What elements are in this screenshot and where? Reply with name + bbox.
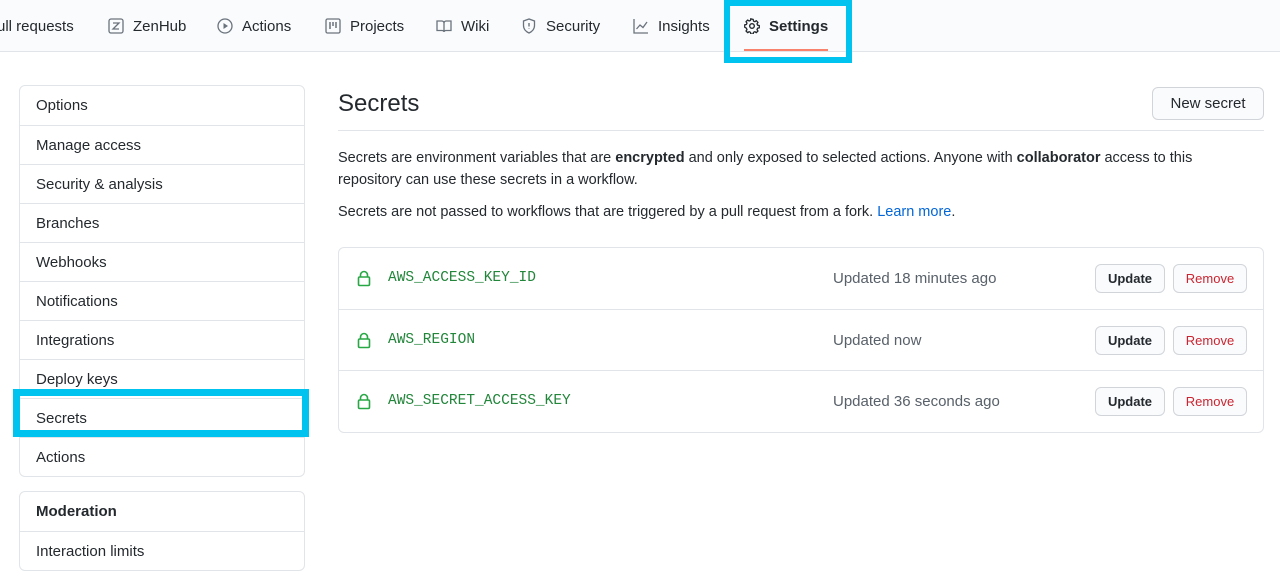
fork-note: Secrets are not passed to workflows that… bbox=[338, 201, 1258, 223]
sidebar-item-security-analysis[interactable]: Security & analysis bbox=[20, 164, 304, 203]
sidebar-item-branches[interactable]: Branches bbox=[20, 203, 304, 242]
intro-bold-encrypted: encrypted bbox=[615, 150, 685, 166]
tab-label: Insights bbox=[658, 17, 710, 35]
remove-secret-button[interactable]: Remove bbox=[1173, 387, 1247, 416]
secret-row: AWS_REGION Updated now Update Remove bbox=[339, 309, 1263, 370]
sidebar-item-actions[interactable]: Actions bbox=[20, 437, 304, 476]
learn-more-link[interactable]: Learn more bbox=[877, 204, 951, 220]
tab-projects[interactable]: Projects bbox=[325, 0, 404, 52]
update-secret-button[interactable]: Update bbox=[1095, 264, 1165, 293]
lock-icon bbox=[357, 332, 371, 349]
shield-icon bbox=[521, 18, 537, 34]
sidebar-item-interaction-limits[interactable]: Interaction limits bbox=[20, 531, 304, 570]
tab-pull-requests[interactable]: ull requests bbox=[0, 0, 74, 52]
secret-row: AWS_SECRET_ACCESS_KEY Updated 36 seconds… bbox=[339, 370, 1263, 431]
settings-tab-highlight bbox=[724, 0, 852, 63]
book-icon bbox=[436, 18, 452, 34]
play-icon bbox=[217, 18, 233, 34]
update-secret-button[interactable]: Update bbox=[1095, 387, 1165, 416]
tab-wiki[interactable]: Wiki bbox=[436, 0, 489, 52]
secret-name: AWS_SECRET_ACCESS_KEY bbox=[388, 393, 571, 409]
tab-label: Wiki bbox=[461, 17, 490, 35]
remove-secret-button[interactable]: Remove bbox=[1173, 264, 1247, 293]
intro-bold-collaborator: collaborator bbox=[1016, 150, 1101, 166]
zenhub-icon bbox=[108, 18, 124, 34]
lock-icon bbox=[357, 270, 371, 287]
sidebar-item-manage-access[interactable]: Manage access bbox=[20, 125, 304, 164]
tab-security[interactable]: Security bbox=[521, 0, 600, 52]
fork-note-text: Secrets are not passed to workflows that… bbox=[338, 204, 878, 220]
tab-zenhub[interactable]: ZenHub bbox=[108, 0, 186, 52]
tab-label: Projects bbox=[350, 17, 405, 35]
title-divider bbox=[338, 130, 1264, 131]
graph-icon bbox=[633, 18, 649, 34]
fork-note-period: . bbox=[951, 204, 956, 220]
tab-label: ZenHub bbox=[133, 17, 187, 35]
secrets-item-highlight bbox=[13, 389, 309, 437]
secret-name: AWS_REGION bbox=[388, 332, 476, 348]
lock-icon bbox=[357, 393, 371, 410]
remove-secret-button[interactable]: Remove bbox=[1173, 326, 1247, 355]
moderation-menu: Moderation Interaction limits bbox=[19, 491, 305, 571]
tab-insights[interactable]: Insights bbox=[633, 0, 710, 52]
sidebar-item-notifications[interactable]: Notifications bbox=[20, 281, 304, 320]
moderation-heading: Moderation bbox=[36, 503, 117, 520]
secrets-description: Secrets are environment variables that a… bbox=[338, 147, 1238, 191]
tab-label: Actions bbox=[242, 17, 292, 35]
secret-updated: Updated 18 minutes ago bbox=[833, 270, 997, 287]
tab-actions[interactable]: Actions bbox=[217, 0, 291, 52]
intro-text-1: Secrets are environment variables that a… bbox=[338, 150, 616, 166]
new-secret-button[interactable]: New secret bbox=[1152, 87, 1264, 120]
secret-updated: Updated 36 seconds ago bbox=[833, 393, 1000, 410]
intro-text-2: and only exposed to selected actions. An… bbox=[684, 150, 1017, 166]
secrets-list: AWS_ACCESS_KEY_ID Updated 18 minutes ago… bbox=[338, 247, 1264, 433]
repo-nav: ull requests ZenHub Actions Projects Wik… bbox=[0, 0, 1280, 52]
tab-label: Security bbox=[546, 17, 601, 35]
tab-label: ull requests bbox=[0, 17, 74, 35]
sidebar-item-webhooks[interactable]: Webhooks bbox=[20, 242, 304, 281]
sidebar-item-integrations[interactable]: Integrations bbox=[20, 320, 304, 359]
page-title: Secrets bbox=[338, 90, 420, 117]
secret-updated: Updated now bbox=[833, 332, 922, 349]
project-icon bbox=[325, 18, 341, 34]
secret-row: AWS_ACCESS_KEY_ID Updated 18 minutes ago… bbox=[339, 248, 1263, 309]
sidebar-item-options[interactable]: Options bbox=[20, 86, 304, 125]
secret-name: AWS_ACCESS_KEY_ID bbox=[388, 270, 536, 286]
update-secret-button[interactable]: Update bbox=[1095, 326, 1165, 355]
